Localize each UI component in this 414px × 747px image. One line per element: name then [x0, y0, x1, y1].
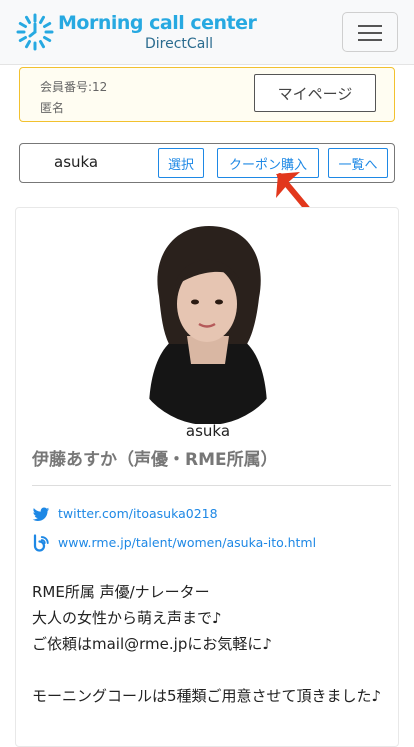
menu-line: [358, 32, 382, 34]
blog-icon: [33, 534, 49, 552]
sunburst-clock-logo[interactable]: [15, 12, 55, 52]
top-navbar: Morning call center DirectCall: [0, 0, 414, 65]
talent-display-name: 伊藤あすか（声優・RME所属）: [32, 450, 278, 470]
twitter-icon: [32, 507, 50, 521]
member-number: 会員番号:12: [40, 80, 108, 94]
brand-title[interactable]: Morning call center: [58, 12, 257, 34]
twitter-link-text[interactable]: twitter.com/itoasuka0218: [58, 506, 218, 521]
mypage-button[interactable]: マイページ: [254, 74, 376, 112]
brand-subtitle: DirectCall: [145, 36, 214, 52]
talent-name: asuka: [54, 153, 99, 171]
member-info-box: 会員番号:12 匿名 マイページ: [19, 67, 395, 122]
select-button[interactable]: 選択: [158, 148, 204, 178]
member-name: 匿名: [40, 101, 65, 115]
avatar-caption: asuka: [185, 422, 231, 440]
talent-profile-card: asuka 伊藤あすか（声優・RME所属） twitter.com/itoasu…: [15, 207, 399, 747]
menu-line: [358, 39, 382, 41]
talent-bio: RME所属 声優/ナレーター 大人の女性から萌え声まで♪ ご依頼はmail@rm…: [32, 583, 382, 705]
hamburger-menu-icon[interactable]: [342, 12, 398, 52]
menu-line: [358, 25, 382, 27]
blog-link-text[interactable]: www.rme.jp/talent/women/asuka-ito.html: [58, 535, 316, 550]
talent-avatar: [129, 216, 287, 424]
divider: [32, 485, 391, 486]
